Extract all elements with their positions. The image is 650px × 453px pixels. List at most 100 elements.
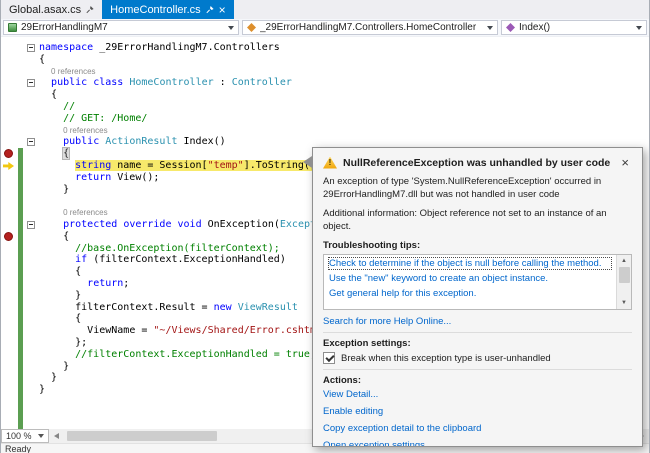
close-tab-icon[interactable]: × (219, 4, 226, 16)
project-dropdown[interactable]: 29ErrorHandlingM7 (3, 20, 239, 35)
code-line-text: } (39, 372, 57, 384)
scroll-down-icon[interactable]: ▼ (617, 297, 632, 309)
breakpoint-margin[interactable] (1, 148, 18, 160)
break-checkbox-row: Break when this exception type is user-u… (323, 352, 632, 364)
code-line-text: { (39, 313, 81, 325)
troubleshooting-tip-link[interactable]: Use the "new" keyword to create an objec… (329, 273, 611, 284)
project-icon (8, 23, 17, 32)
tab-homecontroller[interactable]: HomeController.cs × (102, 0, 234, 19)
breakpoint-margin[interactable] (1, 372, 18, 384)
breakpoint-margin[interactable] (1, 302, 18, 314)
fold-toggle-icon[interactable] (27, 79, 35, 87)
breakpoint-margin[interactable] (1, 184, 18, 196)
outlining-margin (23, 66, 39, 78)
outlining-margin (23, 231, 39, 243)
outlining-margin (23, 172, 39, 184)
breakpoint-margin[interactable] (1, 54, 18, 66)
breakpoint-margin[interactable] (1, 101, 18, 113)
outlining-margin (23, 254, 39, 266)
breakpoint-margin[interactable] (1, 361, 18, 373)
breakpoint-margin[interactable] (1, 125, 18, 137)
horizontal-scrollbar-thumb[interactable] (67, 431, 217, 441)
code-line: 0 references (1, 66, 649, 78)
project-dropdown-label: 29ErrorHandlingM7 (21, 22, 108, 33)
exception-dialog: ! NullReferenceException was unhandled b… (312, 147, 643, 447)
method-icon (506, 23, 515, 32)
tab-global-asax[interactable]: Global.asax.cs (1, 0, 102, 19)
code-line-text: return View(); (39, 172, 159, 184)
zoom-control[interactable]: 100 % (1, 429, 49, 443)
action-link[interactable]: Enable editing (323, 406, 632, 417)
code-line-text: { (39, 54, 45, 66)
breakpoint-margin[interactable] (1, 325, 18, 337)
fold-toggle-icon[interactable] (27, 44, 35, 52)
breakpoint-margin[interactable] (1, 42, 18, 54)
type-dropdown[interactable]: _29ErrorHandlingM7.Controllers.HomeContr… (242, 20, 498, 35)
outlining-margin (23, 136, 39, 148)
breakpoint-margin[interactable] (1, 254, 18, 266)
document-tabbar: Global.asax.cs HomeController.cs × (1, 0, 649, 19)
fold-toggle-icon[interactable] (27, 221, 35, 229)
breakpoint-margin[interactable] (1, 313, 18, 325)
scroll-left-icon[interactable] (54, 433, 59, 439)
breakpoint-margin[interactable] (1, 278, 18, 290)
breakpoint-margin[interactable] (1, 337, 18, 349)
class-icon (247, 23, 256, 32)
breakpoint-margin[interactable] (1, 136, 18, 148)
outlining-margin (23, 243, 39, 255)
pin-icon[interactable] (206, 6, 214, 14)
breakpoint-margin[interactable] (1, 207, 18, 219)
outlining-margin (23, 302, 39, 314)
breakpoint-margin[interactable] (1, 408, 18, 420)
breakpoint-margin[interactable] (1, 219, 18, 231)
breakpoint-margin[interactable] (1, 66, 18, 78)
breakpoint-margin[interactable] (1, 396, 18, 408)
outlining-margin (23, 89, 39, 101)
breakpoint-margin[interactable] (1, 195, 18, 207)
breakpoint-margin[interactable] (1, 266, 18, 278)
code-line: // GET: /Home/ (1, 113, 649, 125)
breakpoint-margin[interactable] (1, 160, 18, 172)
code-line-text: protected override void OnException(Exce… (39, 219, 346, 231)
action-link[interactable]: Open exception settings (323, 440, 632, 447)
breakpoint-margin[interactable] (1, 384, 18, 396)
breakpoint-margin[interactable] (1, 113, 18, 125)
code-line-text: namespace _29ErrorHandlingM7.Controllers (39, 42, 280, 54)
breakpoint-margin[interactable] (1, 172, 18, 184)
breakpoint-margin[interactable] (1, 231, 18, 243)
scroll-up-icon[interactable]: ▲ (617, 255, 632, 267)
code-line-text: } (39, 361, 69, 373)
troubleshooting-tips-list: Check to determine if the object is null… (324, 255, 616, 309)
breakpoint-margin[interactable] (1, 89, 18, 101)
code-line-text: public class HomeController : Controller (39, 77, 292, 89)
action-link[interactable]: Copy exception detail to the clipboard (323, 423, 632, 434)
tips-vertical-scrollbar[interactable]: ▲ ▼ (616, 255, 631, 309)
chevron-down-icon (228, 26, 234, 30)
code-line-text: ViewName = "~/Views/Shared/Error.cshtml (39, 325, 322, 337)
code-line-text: string name = Session["temp"].ToString()… (39, 160, 322, 172)
pin-icon[interactable] (86, 6, 94, 14)
breakpoint-icon[interactable] (4, 149, 13, 158)
troubleshooting-tip-link[interactable]: Get general help for this exception. (329, 288, 611, 299)
search-help-online-link[interactable]: Search for more Help Online... (323, 316, 632, 327)
action-link[interactable]: View Detail... (323, 389, 632, 400)
outlining-margin (23, 290, 39, 302)
fold-toggle-icon[interactable] (27, 138, 35, 146)
outlining-margin (23, 313, 39, 325)
warning-icon: ! (323, 157, 337, 169)
member-dropdown[interactable]: Index() (501, 20, 647, 35)
breakpoint-margin[interactable] (1, 349, 18, 361)
breakpoint-icon[interactable] (4, 232, 13, 241)
code-line-text: { (39, 148, 69, 160)
breakpoint-margin[interactable] (1, 290, 18, 302)
breakpoint-margin[interactable] (1, 77, 18, 89)
dialog-close-icon[interactable]: × (618, 156, 632, 169)
break-checkbox[interactable] (323, 352, 335, 364)
outlining-margin (23, 278, 39, 290)
exception-additional-info: Additional information: Object reference… (323, 208, 632, 233)
troubleshooting-tip-link[interactable]: Check to determine if the object is null… (329, 258, 611, 269)
breakpoint-margin[interactable] (1, 420, 18, 430)
chevron-down-icon (487, 26, 493, 30)
breakpoint-margin[interactable] (1, 243, 18, 255)
scrollbar-thumb[interactable] (619, 267, 630, 283)
